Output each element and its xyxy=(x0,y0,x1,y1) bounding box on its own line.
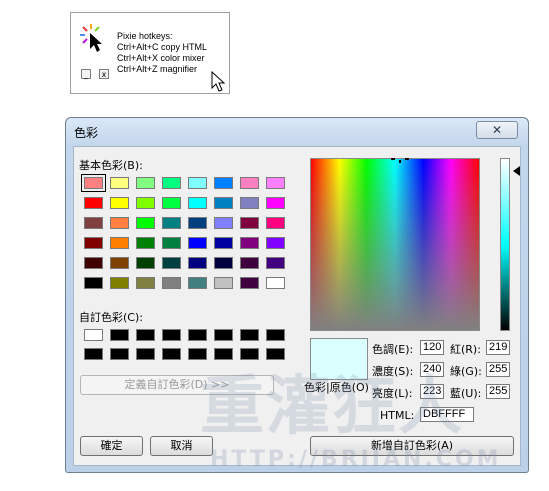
mouse-cursor-icon xyxy=(211,71,226,92)
basic-color-swatch[interactable] xyxy=(84,257,103,269)
custom-color-swatch[interactable] xyxy=(214,329,233,341)
watermark: 重灌狂人 HTTP://BRIIAN.COM xyxy=(190,355,549,490)
basic-color-swatch[interactable] xyxy=(84,237,103,249)
basic-color-swatch[interactable] xyxy=(214,277,233,289)
custom-color-swatch[interactable] xyxy=(84,329,103,341)
basic-color-swatch[interactable] xyxy=(110,177,129,189)
basic-color-swatch[interactable] xyxy=(84,217,103,229)
luminance-arrow-icon[interactable] xyxy=(513,166,520,176)
basic-color-swatch[interactable] xyxy=(162,257,181,269)
custom-color-swatch[interactable] xyxy=(162,329,181,341)
pixie-close-button[interactable]: x xyxy=(99,69,109,79)
custom-color-swatch[interactable] xyxy=(84,348,103,360)
basic-color-swatch[interactable] xyxy=(162,177,181,189)
basic-color-swatch[interactable] xyxy=(240,257,259,269)
basic-color-swatch[interactable] xyxy=(84,197,103,209)
basic-color-swatch[interactable] xyxy=(110,237,129,249)
basic-color-swatch[interactable] xyxy=(136,197,155,209)
custom-color-swatch[interactable] xyxy=(110,329,129,341)
dialog-title: 色彩 xyxy=(74,126,99,140)
pixie-line-1: Pixie hotkeys: xyxy=(117,31,173,41)
dialog-titlebar[interactable]: 色彩 ✕ xyxy=(66,118,528,146)
pixie-line-4: Ctrl+Alt+Z magnifier xyxy=(117,64,198,74)
basic-color-swatch[interactable] xyxy=(136,217,155,229)
hue-field[interactable]: 120 xyxy=(420,340,444,355)
basic-color-swatch[interactable] xyxy=(110,217,129,229)
pixie-minimize-button[interactable]: _ xyxy=(81,69,91,79)
basic-color-swatch[interactable] xyxy=(110,197,129,209)
basic-color-swatch[interactable] xyxy=(240,177,259,189)
custom-color-swatch[interactable] xyxy=(240,329,259,341)
basic-color-swatch[interactable] xyxy=(188,217,207,229)
basic-color-swatch[interactable] xyxy=(110,257,129,269)
basic-color-swatch[interactable] xyxy=(84,277,103,289)
basic-color-swatch[interactable] xyxy=(81,174,106,192)
ok-button[interactable]: 確定 xyxy=(80,436,143,456)
basic-color-swatch[interactable] xyxy=(136,177,155,189)
custom-color-swatch[interactable] xyxy=(162,348,181,360)
basic-color-swatch[interactable] xyxy=(214,217,233,229)
basic-color-swatch[interactable] xyxy=(162,197,181,209)
basic-color-swatch[interactable] xyxy=(240,197,259,209)
luminance-bar[interactable] xyxy=(500,158,510,331)
basic-color-swatch[interactable] xyxy=(188,177,207,189)
basic-color-swatch[interactable] xyxy=(266,197,285,209)
basic-color-swatch[interactable] xyxy=(136,237,155,249)
basic-color-swatch[interactable] xyxy=(110,277,129,289)
custom-color-swatch[interactable] xyxy=(136,329,155,341)
dialog-close-button[interactable]: ✕ xyxy=(476,121,518,139)
basic-color-swatch[interactable] xyxy=(214,177,233,189)
pixie-line-3: Ctrl+Alt+X color mixer xyxy=(117,53,205,63)
pixie-line-2: Ctrl+Alt+C copy HTML xyxy=(117,42,208,52)
basic-color-swatch[interactable] xyxy=(240,237,259,249)
basic-color-swatch[interactable] xyxy=(136,257,155,269)
basic-color-swatch[interactable] xyxy=(188,237,207,249)
pixie-hotkeys-popup: Pixie hotkeys: Ctrl+Alt+C copy HTML Ctrl… xyxy=(70,12,230,94)
basic-color-swatch[interactable] xyxy=(188,257,207,269)
spectrum-crosshair-icon xyxy=(391,158,409,163)
custom-color-swatch[interactable] xyxy=(110,348,129,360)
basic-color-swatch[interactable] xyxy=(136,277,155,289)
basic-color-swatch[interactable] xyxy=(240,277,259,289)
basic-color-swatch[interactable] xyxy=(162,237,181,249)
basic-colors-label: 基本色彩(B): xyxy=(79,159,143,172)
watermark-url: HTTP://BRIIAN.COM xyxy=(210,447,502,472)
basic-color-swatch[interactable] xyxy=(188,197,207,209)
basic-color-swatch[interactable] xyxy=(266,257,285,269)
custom-color-swatch[interactable] xyxy=(136,348,155,360)
basic-color-swatch[interactable] xyxy=(162,217,181,229)
basic-color-swatch[interactable] xyxy=(266,217,285,229)
custom-color-swatch[interactable] xyxy=(266,329,285,341)
basic-color-swatch[interactable] xyxy=(214,257,233,269)
basic-color-swatch[interactable] xyxy=(266,177,285,189)
watermark-title: 重灌狂人 xyxy=(200,369,464,444)
color-spectrum[interactable] xyxy=(310,158,480,331)
basic-color-swatch[interactable] xyxy=(162,277,181,289)
red-field[interactable]: 219 xyxy=(486,340,510,355)
basic-color-swatch[interactable] xyxy=(214,197,233,209)
basic-color-swatch[interactable] xyxy=(266,237,285,249)
basic-color-swatch[interactable] xyxy=(240,217,259,229)
custom-colors-label: 自訂色彩(C): xyxy=(79,311,143,324)
custom-color-swatch[interactable] xyxy=(188,329,207,341)
basic-color-swatch[interactable] xyxy=(214,237,233,249)
pixie-logo-icon xyxy=(80,24,102,52)
basic-color-swatch[interactable] xyxy=(266,277,285,289)
basic-color-swatch[interactable] xyxy=(188,277,207,289)
